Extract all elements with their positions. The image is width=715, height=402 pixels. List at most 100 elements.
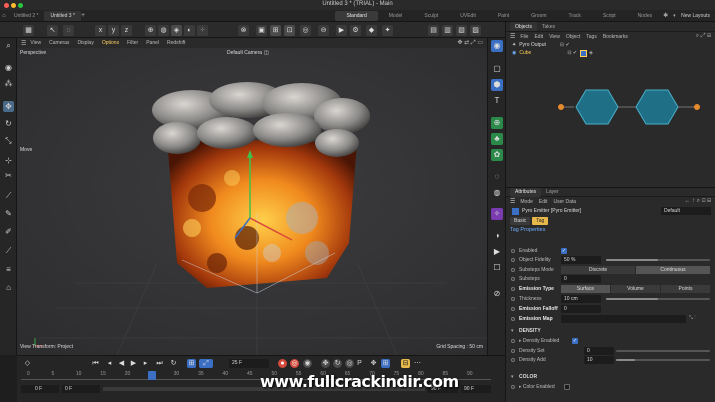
move-key-icon[interactable]: ✥ xyxy=(369,359,378,368)
emission-type-volume[interactable]: Volume xyxy=(611,284,660,293)
render-to-po-icon[interactable]: ▨ xyxy=(470,24,481,36)
autokey-icon[interactable]: ◎ xyxy=(290,359,299,368)
object-row-cube[interactable]: ◉ Cube ⊟ ✔ ◈ xyxy=(506,49,715,57)
tab-takes[interactable]: Takes xyxy=(537,22,560,31)
tab-layer[interactable]: Layer xyxy=(541,188,564,197)
keyframe-dot-icon[interactable] xyxy=(511,276,515,281)
viewport-nav-icons[interactable]: ✥ ⇄ ⤢ ▭ xyxy=(457,39,483,47)
model-mode-icon[interactable]: ◈ xyxy=(171,24,182,36)
transform-icon[interactable]: ⊹ xyxy=(3,155,14,166)
object-fidelity-slider[interactable] xyxy=(606,258,710,261)
object-coord-icon[interactable]: ◍ xyxy=(158,24,169,36)
pyro-tag-icon[interactable] xyxy=(580,49,588,57)
view-list-icon[interactable]: ☰ xyxy=(21,40,26,47)
fcurve-icon[interactable]: ⋯ xyxy=(413,359,422,368)
keyframe-dot-icon[interactable] xyxy=(511,357,515,362)
rotate-tool-icon[interactable]: ↻ xyxy=(3,118,14,129)
scale-key-icon[interactable]: ◎ xyxy=(345,359,354,368)
home-icon[interactable]: ⌂ xyxy=(0,13,8,19)
cube-tag-icon[interactable]: ◈ xyxy=(589,50,593,56)
render-icon[interactable]: ▶ xyxy=(336,24,347,36)
emission-type-points[interactable]: Points xyxy=(661,284,710,293)
annotation-icon[interactable]: ≡ xyxy=(3,264,14,275)
go-to-end-icon[interactable]: ⏭ xyxy=(155,359,164,368)
viewport-menu-panel[interactable]: Panel xyxy=(146,40,159,46)
objects-menu-object[interactable]: Object xyxy=(566,34,580,40)
simulation-icon[interactable]: ✧ xyxy=(491,208,503,220)
camera-label[interactable]: Default Camera ◫ xyxy=(227,50,269,56)
live-select-icon[interactable]: ◌ xyxy=(63,24,74,36)
timeline-settings-icon[interactable]: ◇ xyxy=(23,359,32,368)
keyframe-dot-icon[interactable] xyxy=(511,248,515,253)
keyframe-dot-icon[interactable] xyxy=(511,338,515,343)
attributes-nav-icons[interactable]: ← ↑ ⌕ ⊡ ⊟ xyxy=(684,198,711,205)
preset-dropdown[interactable]: Default xyxy=(661,207,711,215)
object-row-pyro-output[interactable]: ✦ Pyro Output ⊟ ✔ xyxy=(506,41,715,49)
attributes-menu-mode[interactable]: Mode xyxy=(520,199,533,205)
deformer-icon[interactable]: ✿ xyxy=(491,149,503,161)
interactive-render-icon[interactable]: ✦ xyxy=(382,24,393,36)
y-axis-icon[interactable]: y xyxy=(108,24,119,36)
density-enabled-checkbox[interactable]: ✓ xyxy=(572,337,578,344)
render-queue-icon[interactable]: ▥ xyxy=(442,24,453,36)
objects-search-icon[interactable]: ⌕ ⤢ ⊟ xyxy=(696,33,711,40)
objects-menu-view[interactable]: View xyxy=(549,34,560,40)
dope-sheet-icon[interactable]: ⊟ xyxy=(401,359,410,368)
z-axis-icon[interactable]: z xyxy=(121,24,132,36)
layout-tab-standard[interactable]: Standard xyxy=(335,10,378,21)
rotation-key-icon[interactable]: ↻ xyxy=(333,359,342,368)
next-frame-icon[interactable]: ▸ xyxy=(141,359,150,368)
cube-flags-icon[interactable]: ⊟ ✔ xyxy=(567,50,577,56)
particle-icon[interactable]: ⁂ xyxy=(3,78,14,89)
keyframe-selection-icon[interactable]: ◉ xyxy=(303,359,312,368)
enable-axis-icon[interactable]: ⊗ xyxy=(238,24,249,36)
emission-map-options-icon[interactable]: ⤡ ⁝ xyxy=(689,315,696,321)
keyframe-dot-icon[interactable] xyxy=(511,267,515,272)
objects-menu-file[interactable]: File xyxy=(520,34,528,40)
density-section-header[interactable]: ▾ DENSITY xyxy=(506,326,715,335)
attributes-menu-user-data[interactable]: User Data xyxy=(554,199,577,205)
viewport-menu-cameras[interactable]: Cameras xyxy=(49,40,69,46)
render-region-icon[interactable]: ◎ xyxy=(300,24,311,36)
enabled-checkbox[interactable]: ✓ xyxy=(561,247,567,254)
text-spline-icon[interactable]: T xyxy=(491,95,503,107)
keyframe-dot-icon[interactable] xyxy=(511,316,515,321)
mograph-icon[interactable]: ♣ xyxy=(491,133,503,145)
substeps-mode-discrete[interactable]: Discrete xyxy=(561,265,635,274)
keyframe-dot-icon[interactable] xyxy=(511,348,515,353)
color-section-header[interactable]: ▾ COLOR xyxy=(506,372,715,381)
move-tool-icon[interactable]: ✥ xyxy=(3,101,14,112)
select-arrow-icon[interactable]: ↖ xyxy=(47,24,58,36)
world-coord-icon[interactable]: ⊕ xyxy=(145,24,156,36)
keyframe-dot-icon[interactable] xyxy=(511,384,515,389)
cube-primitive-icon[interactable]: ▢ xyxy=(491,63,503,75)
redshift-object-icon[interactable]: ⊘ xyxy=(491,288,503,300)
density-add-slider[interactable] xyxy=(616,358,710,361)
thickness-field[interactable]: 10 cm xyxy=(561,294,601,303)
position-key-icon[interactable]: ✥ xyxy=(321,359,330,368)
pyro-output-flags-icon[interactable]: ⊟ ✔ xyxy=(560,42,570,48)
camera-object-icon[interactable]: ▶ xyxy=(491,246,503,258)
viewport-menu-filter[interactable]: Filter xyxy=(127,40,138,46)
objects-menu-bookmarks[interactable]: Bookmarks xyxy=(603,34,628,40)
live-selection-icon[interactable]: ◉ xyxy=(3,62,14,73)
keyframe-dot-icon[interactable] xyxy=(511,306,515,311)
more-layouts-icon[interactable]: ✱ xyxy=(663,12,673,19)
objects-menu-edit[interactable]: Edit xyxy=(534,34,543,40)
doc-tab-untitled-2[interactable]: Untitled 2 * xyxy=(8,11,44,21)
previous-frame-icon[interactable]: ◀ xyxy=(117,359,126,368)
preview-start-field[interactable]: 0 F xyxy=(62,385,100,393)
attributes-menu-edit[interactable]: Edit xyxy=(539,199,548,205)
keyframe-dot-icon[interactable] xyxy=(511,296,515,301)
timeline-zoom-icon[interactable]: ⤢ xyxy=(199,359,213,368)
substeps-mode-continuous[interactable]: Continuous xyxy=(636,265,710,274)
play-icon[interactable]: ▶ xyxy=(129,359,138,368)
render-settings-icon[interactable]: ⚙ xyxy=(350,24,361,36)
layout-tab-track[interactable]: Track xyxy=(558,11,592,21)
viewport-menu-redshift[interactable]: Redshift xyxy=(167,40,185,46)
workplane-icon[interactable]: ⊞ xyxy=(270,24,281,36)
layout-tab-uvedit[interactable]: UVEdit xyxy=(449,11,487,21)
color-enabled-checkbox[interactable] xyxy=(564,383,570,390)
team-render-icon[interactable]: ▧ xyxy=(456,24,467,36)
new-tab-icon[interactable]: + xyxy=(81,12,89,19)
